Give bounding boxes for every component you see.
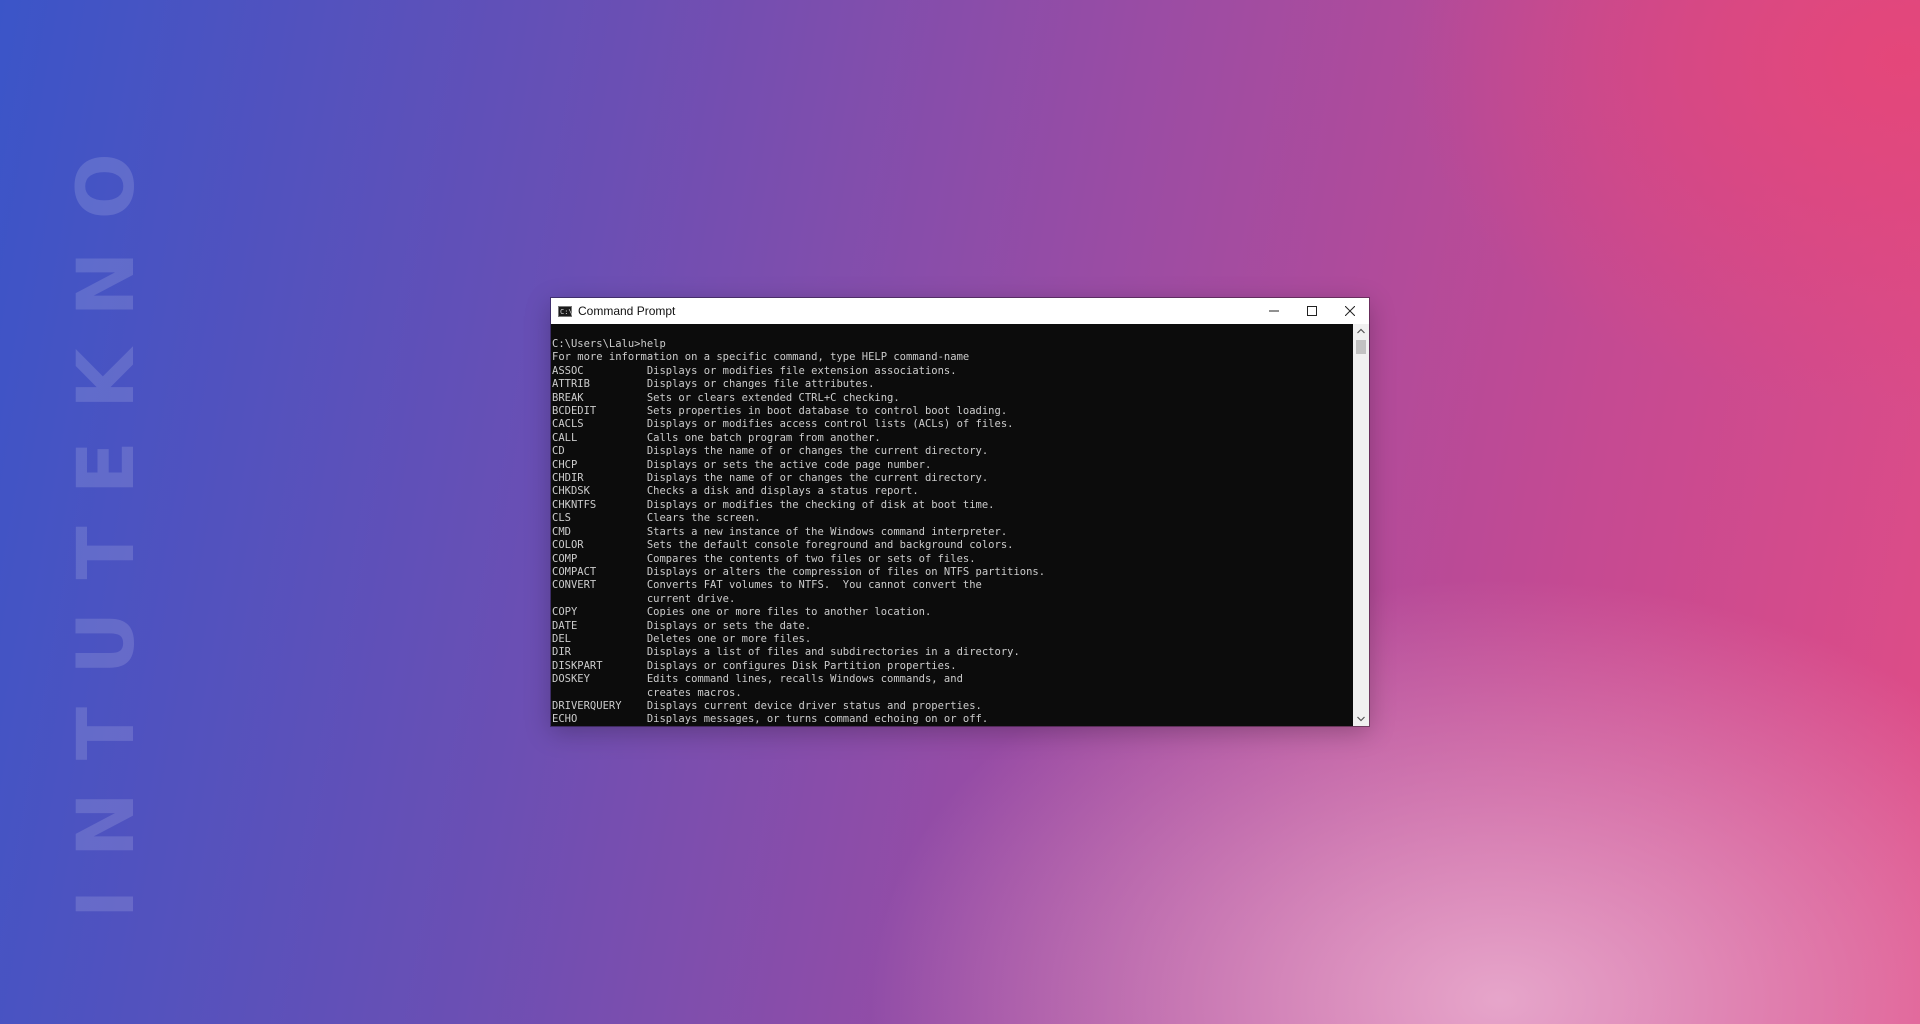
console-line: CHKDSK Checks a disk and displays a stat… bbox=[552, 485, 919, 498]
watermark-text: INTUTEKNO bbox=[62, 121, 152, 919]
console-output[interactable]: C:\Users\Lalu>help For more information … bbox=[551, 324, 1353, 726]
console-line: current drive. bbox=[552, 592, 736, 605]
console-line: CALL Calls one batch program from anothe… bbox=[552, 431, 881, 444]
console-line: CD Displays the name of or changes the c… bbox=[552, 445, 989, 458]
console-line: DIR Displays a list of files and subdire… bbox=[552, 646, 1020, 659]
console-line: DEL Deletes one or more files. bbox=[552, 632, 812, 645]
console-line: COMPACT Displays or alters the compressi… bbox=[552, 565, 1046, 578]
console-line: For more information on a specific comma… bbox=[552, 351, 970, 364]
console-line: CHCP Displays or sets the active code pa… bbox=[552, 458, 932, 471]
console-line: BREAK Sets or clears extended CTRL+C che… bbox=[552, 391, 900, 404]
console-line: DRIVERQUERY Displays current device driv… bbox=[552, 699, 982, 712]
window-controls bbox=[1255, 298, 1369, 324]
scroll-up-button[interactable] bbox=[1353, 324, 1369, 338]
console-line: BCDEDIT Sets properties in boot database… bbox=[552, 405, 1008, 418]
minimize-icon bbox=[1269, 310, 1279, 312]
console-line: COMP Compares the contents of two files … bbox=[552, 552, 976, 565]
console-line: ATTRIB Displays or changes file attribut… bbox=[552, 378, 875, 391]
chevron-up-icon bbox=[1357, 328, 1365, 334]
console-line: CHKNTFS Displays or modifies the checkin… bbox=[552, 498, 995, 511]
console-line: DISKPART Displays or configures Disk Par… bbox=[552, 659, 957, 672]
console-line: CONVERT Converts FAT volumes to NTFS. Yo… bbox=[552, 579, 982, 592]
chevron-down-icon bbox=[1357, 716, 1365, 722]
vertical-scrollbar[interactable] bbox=[1353, 324, 1369, 726]
console-line: CACLS Displays or modifies access contro… bbox=[552, 418, 1014, 431]
cmd-icon: C:\ bbox=[558, 305, 573, 317]
watermark: INTUTEKNO bbox=[52, 121, 162, 918]
console-line: CLS Clears the screen. bbox=[552, 512, 761, 525]
maximize-icon bbox=[1307, 306, 1317, 316]
minimize-button[interactable] bbox=[1255, 298, 1293, 324]
title-bar[interactable]: C:\ Command Prompt bbox=[551, 298, 1369, 324]
console-line: CHDIR Displays the name of or changes th… bbox=[552, 472, 989, 485]
console-text: C:\Users\Lalu>help For more information … bbox=[551, 324, 1353, 726]
console-line: COLOR Sets the default console foregroun… bbox=[552, 539, 1014, 552]
console-line: COPY Copies one or more files to another… bbox=[552, 606, 932, 619]
console-line: ECHO Displays messages, or turns command… bbox=[552, 713, 989, 726]
window-title: Command Prompt bbox=[578, 304, 676, 318]
scroll-down-button[interactable] bbox=[1353, 712, 1369, 726]
console-line: creates macros. bbox=[552, 686, 742, 699]
console-line: DOSKEY Edits command lines, recalls Wind… bbox=[552, 673, 963, 686]
maximize-button[interactable] bbox=[1293, 298, 1331, 324]
console-line: ASSOC Displays or modifies file extensio… bbox=[552, 364, 957, 377]
close-button[interactable] bbox=[1331, 298, 1369, 324]
console-line: DATE Displays or sets the date. bbox=[552, 619, 812, 632]
command-prompt-window[interactable]: C:\ Command Prompt C:\Users\Lalu>help Fo… bbox=[551, 298, 1369, 726]
console-line: CMD Starts a new instance of the Windows… bbox=[552, 525, 1008, 538]
console-line: C:\Users\Lalu>help bbox=[552, 338, 666, 350]
scroll-thumb[interactable] bbox=[1356, 340, 1366, 354]
close-icon bbox=[1345, 306, 1355, 316]
